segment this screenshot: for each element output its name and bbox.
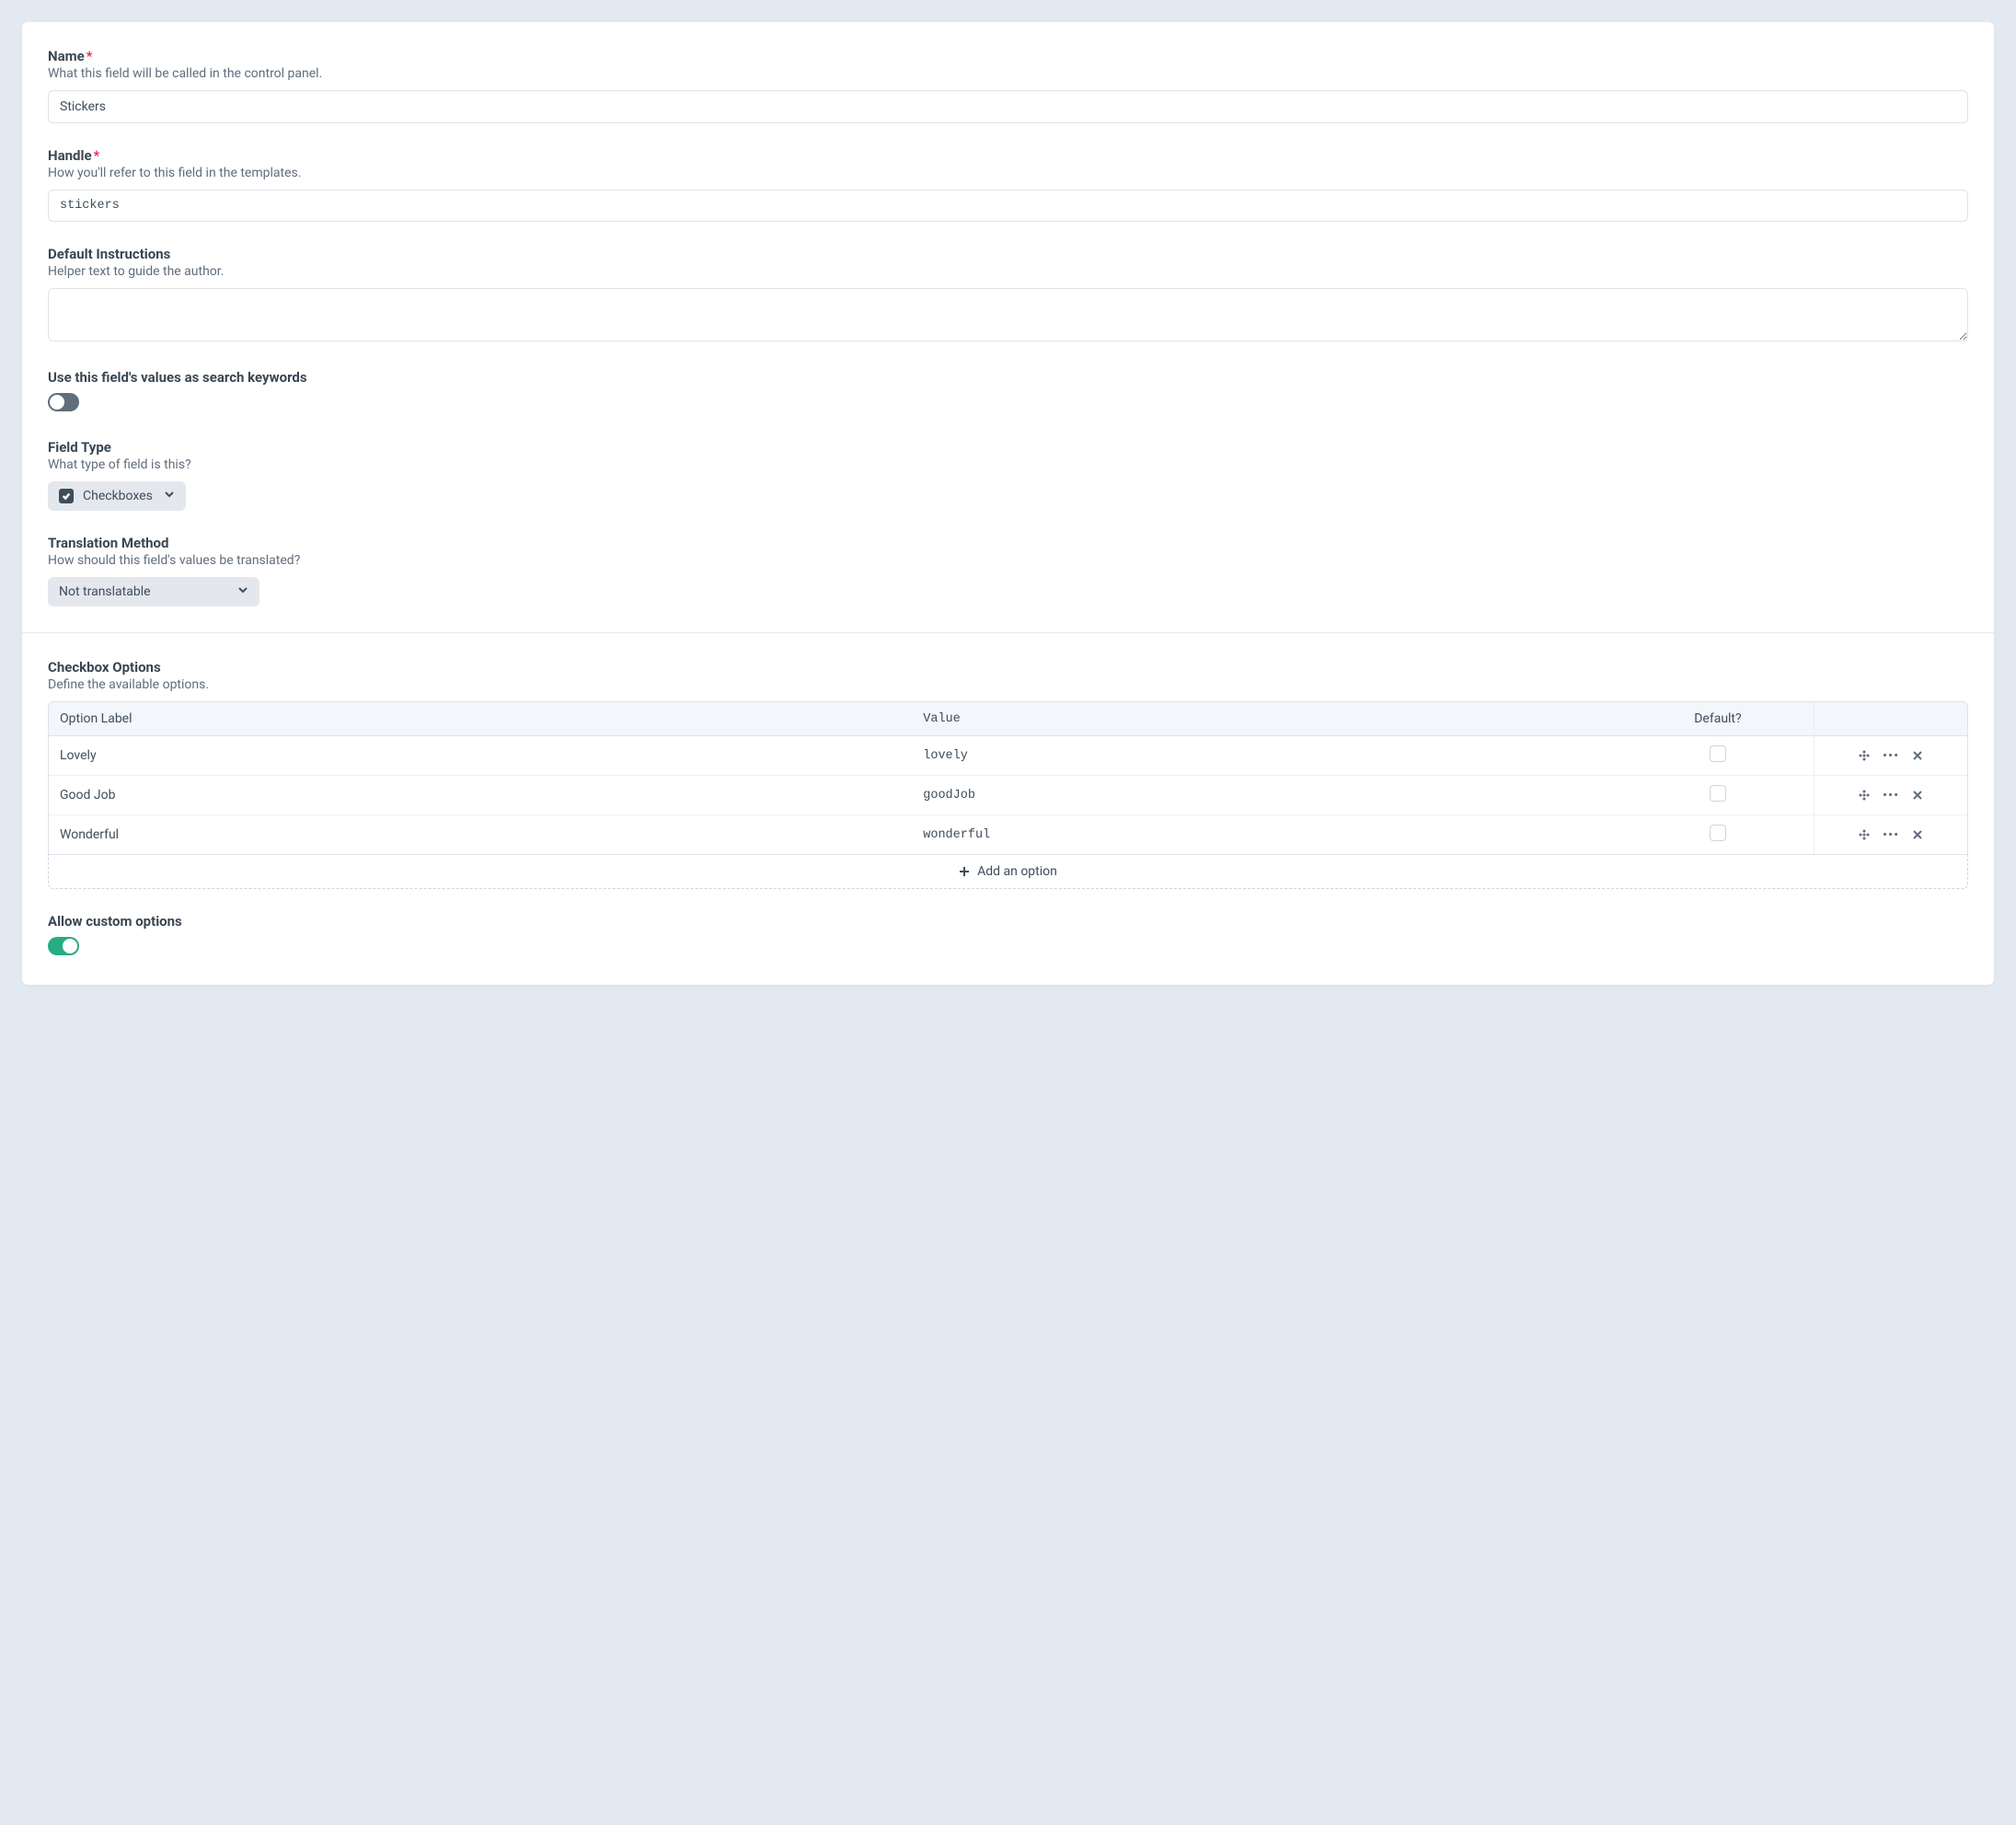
table-row: Lovelylovely ••• xyxy=(49,736,1967,776)
option-value-cell[interactable]: wonderful xyxy=(912,815,1621,854)
options-table: Option Label Value Default? Lovelylovely… xyxy=(48,701,1968,855)
default-checkbox[interactable] xyxy=(1710,825,1726,841)
column-header-actions xyxy=(1814,702,1967,736)
option-value-cell[interactable]: lovely xyxy=(912,736,1621,776)
option-default-cell xyxy=(1622,776,1814,815)
instructions-help: Helper text to guide the author. xyxy=(48,264,1968,279)
section-options: Checkbox Options Define the available op… xyxy=(22,632,1994,985)
translation-label: Translation Method xyxy=(48,535,1968,551)
option-actions-cell: ••• xyxy=(1814,736,1967,776)
handle-input[interactable] xyxy=(48,190,1968,222)
name-input[interactable] xyxy=(48,90,1968,123)
field-settings-panel: Name* What this field will be called in … xyxy=(22,22,1994,985)
section-general: Name* What this field will be called in … xyxy=(22,22,1994,632)
more-icon[interactable]: ••• xyxy=(1883,828,1899,842)
more-icon[interactable]: ••• xyxy=(1883,789,1899,803)
more-icon[interactable]: ••• xyxy=(1883,749,1899,763)
required-mark-icon: * xyxy=(86,48,93,64)
name-label: Name* xyxy=(48,48,1968,64)
field-type: Field Type What type of field is this? C… xyxy=(48,439,1968,511)
options-label: Checkbox Options xyxy=(48,659,1968,676)
instructions-label: Default Instructions xyxy=(48,246,1968,262)
checkbox-icon xyxy=(59,489,74,503)
table-row: Good JobgoodJob ••• xyxy=(49,776,1967,815)
default-checkbox[interactable] xyxy=(1710,745,1726,762)
field-type-value: Checkboxes xyxy=(83,489,153,503)
option-label-cell[interactable]: Lovely xyxy=(49,736,912,776)
default-checkbox[interactable] xyxy=(1710,785,1726,802)
options-help: Define the available options. xyxy=(48,677,1968,692)
field-translation: Translation Method How should this field… xyxy=(48,535,1968,606)
allow-custom-label: Allow custom options xyxy=(48,913,1968,930)
field-type-select[interactable]: Checkboxes xyxy=(48,481,186,511)
column-header-value: Value xyxy=(912,702,1621,736)
table-row: Wonderfulwonderful ••• xyxy=(49,815,1967,854)
chevron-down-icon xyxy=(237,584,248,599)
required-mark-icon: * xyxy=(94,147,100,164)
option-label-cell[interactable]: Good Job xyxy=(49,776,912,815)
move-icon[interactable] xyxy=(1859,829,1870,840)
move-icon[interactable] xyxy=(1859,790,1870,801)
option-label-cell[interactable]: Wonderful xyxy=(49,815,912,854)
close-icon[interactable] xyxy=(1912,790,1923,801)
option-value-cell[interactable]: goodJob xyxy=(912,776,1621,815)
option-actions-cell: ••• xyxy=(1814,776,1967,815)
translation-select[interactable]: Not translatable xyxy=(48,577,259,606)
move-icon[interactable] xyxy=(1859,750,1870,761)
plus-icon xyxy=(959,866,970,877)
field-allow-custom: Allow custom options xyxy=(48,913,1968,959)
handle-help: How you'll refer to this field in the te… xyxy=(48,166,1968,180)
close-icon[interactable] xyxy=(1912,829,1923,840)
column-header-default: Default? xyxy=(1622,702,1814,736)
field-type-label: Field Type xyxy=(48,439,1968,456)
add-option-button[interactable]: Add an option xyxy=(48,855,1968,889)
field-name: Name* What this field will be called in … xyxy=(48,48,1968,123)
option-default-cell xyxy=(1622,736,1814,776)
close-icon[interactable] xyxy=(1912,750,1923,761)
field-checkbox-options: Checkbox Options Define the available op… xyxy=(48,659,1968,889)
translation-value: Not translatable xyxy=(59,584,151,599)
handle-label: Handle* xyxy=(48,147,1968,164)
field-instructions: Default Instructions Helper text to guid… xyxy=(48,246,1968,345)
add-option-label: Add an option xyxy=(977,864,1057,879)
field-type-help: What type of field is this? xyxy=(48,457,1968,472)
option-actions-cell: ••• xyxy=(1814,815,1967,854)
allow-custom-toggle[interactable] xyxy=(48,937,79,955)
chevron-down-icon xyxy=(164,489,175,503)
column-header-label: Option Label xyxy=(49,702,912,736)
option-default-cell xyxy=(1622,815,1814,854)
searchable-label: Use this field's values as search keywor… xyxy=(48,369,1968,386)
field-searchable: Use this field's values as search keywor… xyxy=(48,369,1968,415)
field-handle: Handle* How you'll refer to this field i… xyxy=(48,147,1968,222)
searchable-toggle[interactable] xyxy=(48,393,79,411)
instructions-input[interactable] xyxy=(48,288,1968,341)
name-help: What this field will be called in the co… xyxy=(48,66,1968,81)
translation-help: How should this field's values be transl… xyxy=(48,553,1968,568)
